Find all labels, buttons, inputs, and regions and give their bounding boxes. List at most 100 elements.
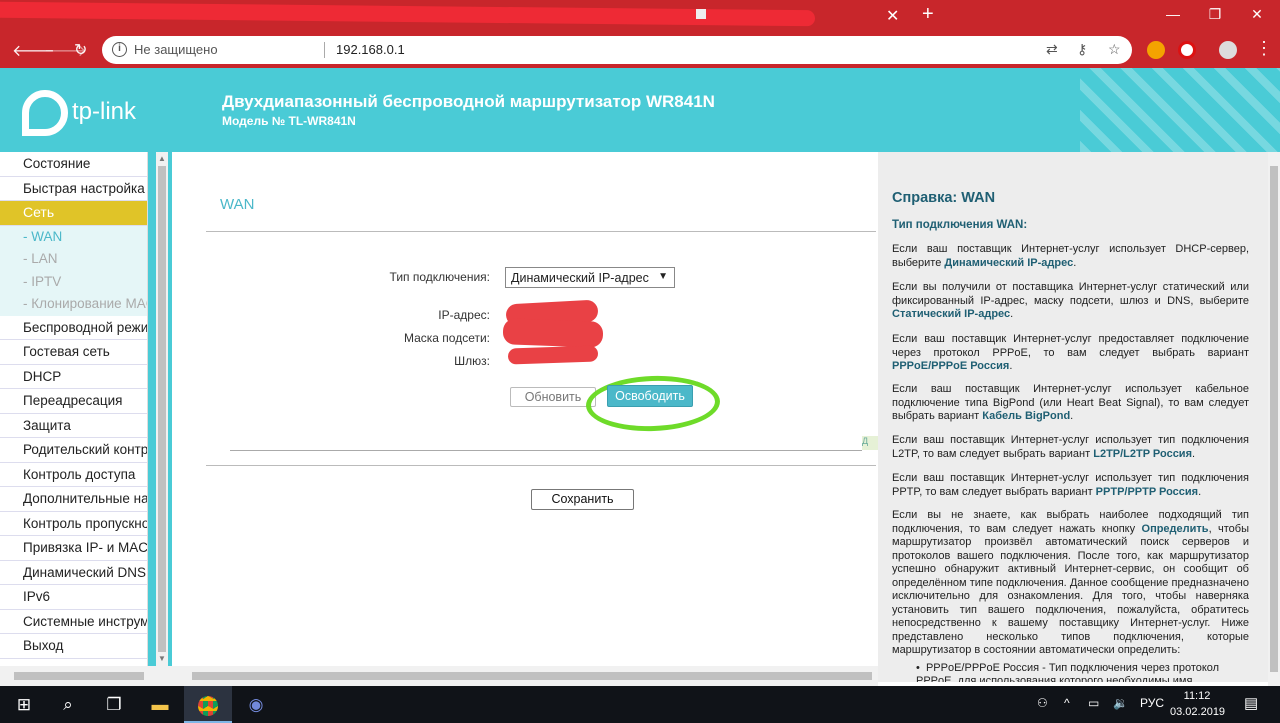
router-model: Модель № TL-WR841N [222,114,356,128]
sidebar-item[interactable]: IPv6 [0,585,147,610]
mask-label: Маска подсети: [403,331,490,345]
file-explorer-icon[interactable]: ▬ [136,686,184,723]
system-clock[interactable]: 11:12 03.02.2019 [1170,688,1226,720]
form-divider [206,465,876,466]
url-text[interactable]: 192.168.0.1 [336,42,405,57]
chrome-icon[interactable] [184,686,232,723]
release-button[interactable]: Освободить [607,385,693,407]
people-icon[interactable]: ⚇ [1037,696,1048,710]
sidebar-hscroll-thumb[interactable] [14,672,144,680]
clock-date: 03.02.2019 [1170,706,1226,718]
sidebar-item[interactable]: Быстрая настройка [0,176,147,201]
discord-icon[interactable]: ◉ [232,686,280,723]
help-tag[interactable]: Д [862,436,878,450]
search-icon[interactable]: ⌕ [44,686,92,723]
tplink-logo: tp-link [22,90,152,136]
conn-type-select[interactable]: Динамический IP-адрес ▼ [505,267,675,288]
sidebar-item[interactable]: Беспроводной режим [0,315,147,340]
address-bar[interactable]: i Не защищено 192.168.0.1 ⇄ ⚷ ☆ [102,36,1132,64]
scroll-up-icon[interactable]: ▲ [156,154,168,166]
sidebar-item[interactable]: Родительский контроль [0,438,147,463]
security-status[interactable]: Не защищено [134,42,218,57]
redaction-mask [502,318,604,348]
extension-icon-1[interactable] [1147,41,1165,59]
notifications-icon[interactable]: ▤ [1244,694,1258,712]
sidebar-item[interactable]: Переадресация [0,389,147,414]
minimize-window-button[interactable]: — [1152,0,1194,28]
dropdown-arrow-icon: ▼ [658,271,668,282]
close-window-button[interactable]: ✕ [1236,0,1278,28]
sidebar-subitem[interactable]: - LAN [0,248,147,271]
sidebar-item[interactable]: Динамический DNS [0,560,147,585]
main-hscrollbar[interactable] [172,666,878,686]
main-panel: WAN Тип подключения: Динамический IP-адр… [172,152,878,666]
section-divider [230,450,862,451]
windows-start-icon[interactable]: ⊞ [0,686,48,723]
sidebar-item[interactable]: Контроль пропускной [0,511,147,536]
close-tab-icon[interactable]: ✕ [886,6,899,26]
tplink-logo-mark [22,90,68,136]
title-divider [206,231,876,232]
browser-toolbar: 🡐 🡒 ↻ i Не защищено 192.168.0.1 ⇄ ⚷ ☆ ⋮ [0,32,1280,68]
sidebar-item[interactable]: Гостевая сеть [0,340,147,365]
refresh-button[interactable]: Обновить [510,387,596,407]
main-hscroll-thumb[interactable] [192,672,872,680]
translate-icon[interactable]: ⇄ [1046,41,1058,58]
new-tab-icon[interactable]: + [922,3,934,26]
help-scroll-thumb[interactable] [1270,166,1278,672]
header-pattern [1080,68,1280,152]
extension-icon-2[interactable] [1178,41,1196,59]
sidebar-item[interactable]: Сеть [0,201,147,226]
sidebar-item[interactable]: DHCP [0,364,147,389]
help-paragraph-dhcp: Если ваш поставщик Интернет-услуг исполь… [892,243,1249,269]
info-icon[interactable]: i [112,42,127,57]
help-scrollbar[interactable] [1268,152,1280,686]
help-title: Справка: WAN [892,190,996,206]
sidebar-subitem[interactable]: - WAN [0,225,147,248]
sidebar-item[interactable]: Дополнительные настройки [0,487,147,512]
sidebar-item[interactable]: Состояние [0,152,147,177]
help-paragraph-static: Если вы получили от поставщика Интернет-… [892,281,1249,320]
sidebar-item[interactable]: Выход [0,634,147,659]
clock-time: 11:12 [1183,690,1211,702]
sidebar-subitem[interactable]: - Клонирование MAC [0,293,147,316]
taskbar: ⊞ ⌕ ❐ ▬ ◉ ⚇ ^ ▭ 🔉 РУС 11:12 03.02.2019 ▤ [0,686,1280,723]
browser-titlebar: ✕ + — ❐ ✕ [0,0,1280,32]
sidebar-menu: Состояние Быстрая настройка Сеть - WAN - LAN… [0,152,148,666]
input-language[interactable]: РУС [1140,696,1164,710]
chrome-logo [198,695,218,716]
tab-favicon[interactable] [696,9,706,19]
scroll-down-icon[interactable]: ▼ [156,654,168,666]
sidebar-scrollbar[interactable]: ▲ ▼ [148,152,172,666]
redacted-tab-strip [0,1,815,27]
sidebar-item[interactable]: Защита [0,413,147,438]
network-icon[interactable]: ▭ [1088,696,1099,710]
router-header: tp-link Двухдиапазонный беспроводной мар… [0,68,1280,152]
gateway-label: Шлюз: [454,354,490,368]
volume-icon[interactable]: 🔉 [1113,696,1128,710]
ip-label: IP-адрес: [438,308,490,322]
logo-text: tp-link [72,98,137,125]
sidebar-item[interactable]: Системные инструменты [0,609,147,634]
maximize-window-button[interactable]: ❐ [1194,0,1236,28]
key-icon[interactable]: ⚷ [1077,41,1087,58]
sidebar-subitem[interactable]: - IPTV [0,270,147,293]
menu-kebab-icon[interactable]: ⋮ [1255,38,1273,59]
save-button[interactable]: Сохранить [531,489,634,510]
redaction-gateway [507,345,599,365]
sidebar-scroll-thumb[interactable] [158,166,166,652]
sidebar-hscrollbar[interactable] [0,666,172,686]
sidebar-item[interactable]: Контроль доступа [0,462,147,487]
help-paragraph-l2tp: Если ваш поставщик Интернет-услуг исполь… [892,434,1249,460]
help-paragraph-bigpond: Если ваш поставщик Интернет-услуг исполь… [892,383,1249,422]
profile-avatar[interactable] [1219,41,1237,59]
tray-arrow-icon[interactable]: ^ [1064,696,1070,710]
router-title: Двухдиапазонный беспроводной маршрутизат… [222,92,715,111]
conn-type-value: Динамический IP-адрес [511,271,649,285]
star-icon[interactable]: ☆ [1108,41,1121,58]
help-subtitle: Тип подключения WAN: [892,219,1028,231]
omnibox-divider [324,42,325,58]
task-view-icon[interactable]: ❐ [90,686,138,723]
reload-icon[interactable]: ↻ [74,40,87,60]
sidebar-item[interactable]: Привязка IP- и MAC- [0,536,147,561]
